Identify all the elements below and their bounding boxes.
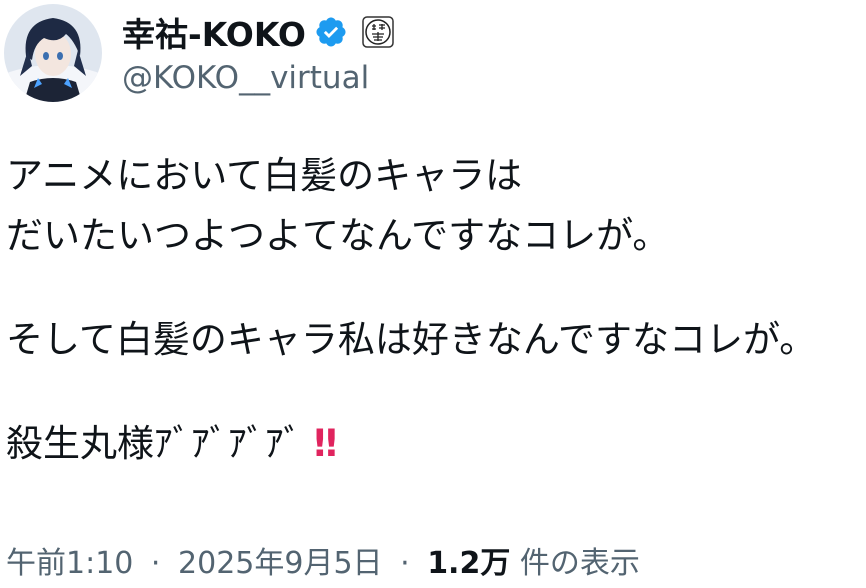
author-handle[interactable]: @KOKO__virtual <box>122 60 369 96</box>
verified-badge-icon[interactable] <box>314 15 348 49</box>
tweet-line: アニメにおいて白髪のキャラは <box>6 154 523 197</box>
avatar-image <box>4 4 102 102</box>
tweet-line-last: 殺生丸様ｱﾞｱﾞｱﾞｱﾞ ‼ <box>6 414 862 474</box>
double-exclamation-emoji-icon: ‼ <box>314 422 337 465</box>
views-count: 1.2万 <box>427 546 511 581</box>
tweet-text: アニメにおいて白髪のキャラは だいたいつよつよてなんですなコレが。 そして白髪の… <box>6 146 862 474</box>
tweet-line-text: 殺生丸様ｱﾞｱﾞｱﾞｱﾞ <box>6 422 302 465</box>
tweet-time[interactable]: 午前1:10 <box>6 546 133 581</box>
views-label: 件の表示 <box>519 546 640 581</box>
author-name-row: 幸祜-KOKO <box>122 10 394 54</box>
tweet-line: だいたいつよつよてなんですなコレが。 <box>6 214 670 257</box>
avatar[interactable] <box>4 4 102 102</box>
tweet-meta: 午前1:10 · 2025年9月5日 · 1.2万 件の表示 <box>6 538 640 582</box>
tweet-date[interactable]: 2025年9月5日 <box>178 546 383 581</box>
affiliate-seal-icon[interactable] <box>362 16 394 48</box>
display-name[interactable]: 幸祜-KOKO <box>122 8 306 56</box>
tweet-line: そして白髪のキャラ私は好きなんですなコレが。 <box>6 318 817 361</box>
meta-separator: · <box>150 546 161 581</box>
meta-separator: · <box>400 546 410 581</box>
tweet-card: 幸祜-KOKO @KOKO__virtual アニメにおいて白髪のキャラは だい… <box>0 0 866 588</box>
